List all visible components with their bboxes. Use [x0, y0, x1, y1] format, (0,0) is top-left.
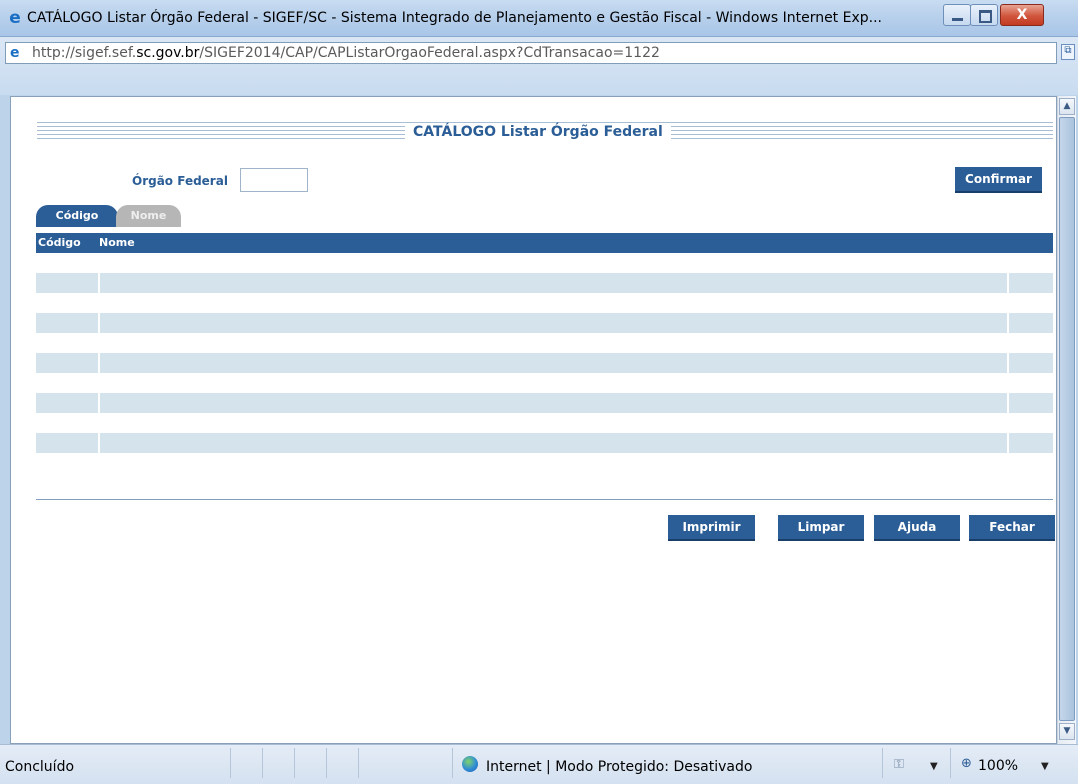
url-text: http://sigef.sef.sc.gov.br/SIGEF2014/CAP…: [32, 45, 660, 61]
close-window-button[interactable]: X: [1000, 4, 1044, 26]
status-divider: [230, 748, 231, 778]
orgao-federal-label: Órgão Federal: [132, 174, 228, 188]
chevron-down-icon[interactable]: ▼: [1041, 761, 1049, 772]
ie-icon: e: [9, 8, 21, 28]
vertical-scrollbar[interactable]: ▲ ▼: [1057, 96, 1076, 744]
chevron-down-icon[interactable]: ▼: [930, 761, 938, 772]
status-divider: [358, 748, 359, 778]
url-field[interactable]: e http://sigef.sef.sc.gov.br/SIGEF2014/C…: [5, 42, 1057, 64]
status-divider: [262, 748, 263, 778]
limpar-button[interactable]: Limpar: [778, 515, 864, 541]
tab-nome[interactable]: Nome: [116, 205, 181, 227]
cell-separator: [1007, 353, 1009, 373]
title-rule: [37, 122, 1053, 123]
cell-separator: [1007, 273, 1009, 293]
zoom-level[interactable]: 100%: [978, 758, 1018, 774]
table-row[interactable]: [36, 393, 1053, 413]
protected-mode-icon[interactable]: ⚿: [894, 757, 904, 772]
status-divider: [326, 748, 327, 778]
cell-separator: [98, 313, 100, 333]
maximize-button[interactable]: [970, 4, 998, 26]
globe-icon: [462, 756, 478, 772]
status-divider: [882, 748, 883, 778]
window-title: CATÁLOGO Listar Órgão Federal - SIGEF/SC…: [27, 10, 882, 26]
table-row[interactable]: [36, 273, 1053, 293]
column-header-codigo[interactable]: Código: [38, 233, 81, 253]
page-icon: e: [10, 45, 20, 61]
magnifier-icon[interactable]: ⊕: [961, 756, 972, 771]
window-titlebar: e CATÁLOGO Listar Órgão Federal - SIGEF/…: [0, 0, 1078, 37]
fechar-button[interactable]: Fechar: [969, 515, 1055, 541]
cell-separator: [98, 273, 100, 293]
cell-separator: [1007, 393, 1009, 413]
orgao-federal-input[interactable]: [240, 168, 308, 192]
column-header-nome[interactable]: Nome: [99, 233, 135, 253]
status-bar: Concluído Internet | Modo Protegido: Des…: [0, 744, 1078, 784]
table-row[interactable]: [36, 353, 1053, 373]
address-bar: e http://sigef.sef.sc.gov.br/SIGEF2014/C…: [0, 37, 1078, 95]
scroll-up-arrow-icon[interactable]: ▲: [1059, 98, 1075, 115]
status-divider: [294, 748, 295, 778]
cell-separator: [1007, 313, 1009, 333]
grid-bottom-divider: [36, 499, 1053, 500]
table-row[interactable]: [36, 313, 1053, 333]
cell-separator: [98, 353, 100, 373]
status-divider: [950, 748, 951, 778]
grid-header: Código Nome: [36, 233, 1053, 253]
ajuda-button[interactable]: Ajuda: [874, 515, 960, 541]
tab-codigo[interactable]: Código: [36, 205, 118, 227]
page-title-bar: CATÁLOGO Listar Órgão Federal: [37, 120, 1053, 140]
cell-separator: [98, 393, 100, 413]
security-zone-text[interactable]: Internet | Modo Protegido: Desativado: [486, 759, 752, 775]
cell-separator: [1007, 433, 1009, 453]
page-title: CATÁLOGO Listar Órgão Federal: [405, 124, 671, 140]
scroll-down-arrow-icon[interactable]: ▼: [1059, 723, 1075, 740]
cell-separator: [98, 433, 100, 453]
status-divider: [452, 748, 453, 778]
scroll-thumb[interactable]: [1059, 117, 1075, 721]
imprimir-button[interactable]: Imprimir: [668, 515, 755, 541]
table-row[interactable]: [36, 433, 1053, 453]
compatibility-view-icon[interactable]: ⧉: [1061, 44, 1075, 60]
status-text: Concluído: [5, 759, 75, 775]
minimize-button[interactable]: [943, 4, 971, 26]
confirmar-button[interactable]: Confirmar: [955, 167, 1042, 193]
page-viewport: CATÁLOGO Listar Órgão Federal Órgão Fede…: [10, 96, 1057, 744]
